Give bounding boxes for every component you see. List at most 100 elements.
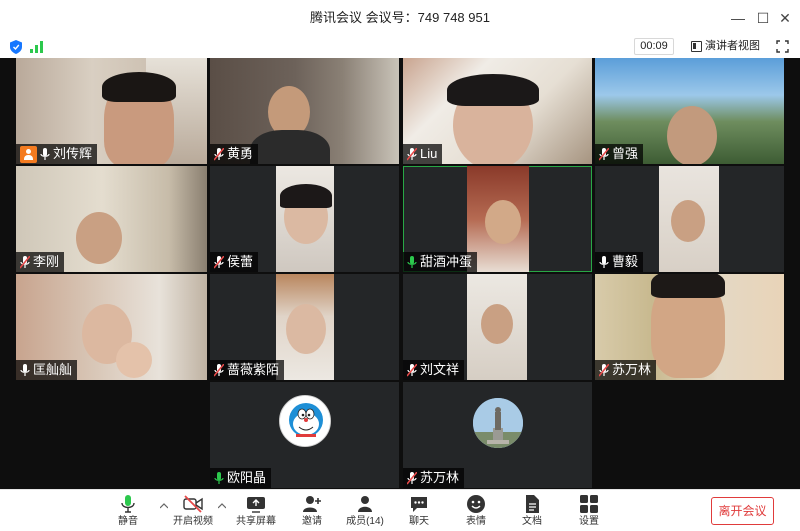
video-tile[interactable]: 李刚 xyxy=(16,166,207,272)
minimize-button[interactable]: — xyxy=(729,9,747,27)
mic-speaking-icon xyxy=(214,471,224,484)
chat-button[interactable]: 聊天 xyxy=(396,494,442,530)
participant-face xyxy=(485,200,521,244)
leave-meeting-button[interactable]: 离开会议 xyxy=(711,497,774,525)
window-title: 腾讯会议 会议号：749 748 951 xyxy=(310,10,490,25)
video-tile[interactable]: 黄勇 xyxy=(210,58,399,164)
share-screen-icon xyxy=(247,497,265,513)
title-bar: 腾讯会议 会议号：749 748 951 — ☐ ✕ xyxy=(0,0,800,36)
maximize-button[interactable]: ☐ xyxy=(754,9,772,27)
participant-hair xyxy=(102,72,176,102)
participant-name: 匡舢舢 xyxy=(33,362,73,377)
video-tile[interactable]: 刘文祥 xyxy=(403,274,592,380)
members-label: 成员(14) xyxy=(346,516,384,527)
participant-name: 苏万林 xyxy=(612,362,652,377)
host-badge-icon xyxy=(20,145,37,163)
doraemon-avatar-icon xyxy=(280,396,330,446)
mic-muted-icon xyxy=(407,363,417,377)
members-button[interactable]: 成员(14) xyxy=(342,494,388,530)
participant-face xyxy=(667,106,717,164)
share-screen-button[interactable]: 共享屏幕 xyxy=(233,494,279,530)
mic-muted-icon xyxy=(214,363,224,377)
participant-face xyxy=(286,304,326,354)
settings-grid-icon xyxy=(580,495,598,513)
participant-name-label: 刘传辉 xyxy=(16,144,98,164)
mute-label: 静音 xyxy=(118,516,138,527)
close-button[interactable]: ✕ xyxy=(776,9,794,27)
chat-label: 聊天 xyxy=(409,516,429,527)
participant-hair xyxy=(280,184,332,208)
child-face xyxy=(116,342,152,378)
participant-body xyxy=(250,130,330,164)
mic-muted-icon xyxy=(599,363,609,377)
video-tile[interactable]: 苏万林 xyxy=(595,274,784,380)
video-tile[interactable]: 苏万林 xyxy=(403,382,592,488)
video-options-caret-icon[interactable] xyxy=(218,503,226,509)
participant-name-label: 蔷薇紫陌 xyxy=(210,360,285,380)
start-video-button[interactable]: 开启视频 xyxy=(170,494,216,530)
audio-options-caret-icon[interactable] xyxy=(160,503,168,509)
settings-label: 设置 xyxy=(579,516,599,527)
participant-name: Liu xyxy=(420,146,438,161)
mic-muted-icon xyxy=(407,471,417,485)
participant-face xyxy=(481,304,513,344)
video-tile[interactable]: 曹毅 xyxy=(595,166,784,272)
documents-button[interactable]: 文档 xyxy=(509,494,555,530)
participant-name: 黄勇 xyxy=(227,146,254,161)
members-icon xyxy=(358,496,372,512)
fullscreen-icon[interactable] xyxy=(776,40,789,53)
layout-icon xyxy=(691,41,702,52)
add-user-icon xyxy=(303,496,321,512)
participant-name: 苏万林 xyxy=(420,470,460,485)
participant-avatar xyxy=(473,398,523,448)
meeting-timer: 00:09 xyxy=(634,38,674,55)
mic-speaking-icon xyxy=(407,255,417,268)
participant-name: 欧阳晶 xyxy=(227,470,267,485)
video-tile[interactable]: 匡舢舢 xyxy=(16,274,207,380)
network-signal-icon[interactable] xyxy=(30,41,44,53)
participant-name-label: 侯蕾 xyxy=(210,252,259,272)
settings-button[interactable]: 设置 xyxy=(566,494,612,530)
reactions-label: 表情 xyxy=(466,516,486,527)
video-tile[interactable]: 曾强 xyxy=(595,58,784,164)
mic-muted-icon xyxy=(20,255,30,269)
video-tile[interactable]: Liu xyxy=(403,58,592,164)
participant-name-label: 李刚 xyxy=(16,252,65,272)
participant-name: 刘文祥 xyxy=(420,362,460,377)
security-shield-icon[interactable] xyxy=(10,40,22,54)
info-bar xyxy=(0,36,800,58)
speaker-view-button[interactable]: 演讲者视图 xyxy=(688,38,763,55)
document-icon xyxy=(526,495,539,513)
speaker-view-label: 演讲者视图 xyxy=(705,40,760,52)
participant-name-label: 苏万林 xyxy=(595,360,657,380)
video-tile[interactable]: 蔷薇紫陌 xyxy=(210,274,399,380)
mic-muted-icon xyxy=(214,147,224,161)
participant-name: 刘传辉 xyxy=(53,146,93,161)
participant-name-label: 匡舢舢 xyxy=(16,360,78,380)
invite-button[interactable]: 邀请 xyxy=(289,494,335,530)
reactions-button[interactable]: 表情 xyxy=(453,494,499,530)
participant-name-label: Liu xyxy=(403,144,443,164)
participant-hair xyxy=(447,74,539,106)
participant-name-label: 刘文祥 xyxy=(403,360,465,380)
video-tile[interactable]: 刘传辉 xyxy=(16,58,207,164)
video-off-icon xyxy=(183,495,203,513)
participant-face xyxy=(671,200,705,242)
video-tile[interactable]: 侯蕾 xyxy=(210,166,399,272)
statue-avatar-icon xyxy=(473,398,523,448)
video-tile-active-speaker[interactable]: 甜酒冲蛋 xyxy=(403,166,592,272)
participant-name-label: 苏万林 xyxy=(403,468,465,488)
participant-name-label: 甜酒冲蛋 xyxy=(403,252,478,272)
participant-name: 侯蕾 xyxy=(227,254,254,269)
start-video-label: 开启视频 xyxy=(173,516,213,527)
invite-label: 邀请 xyxy=(302,516,322,527)
mic-on-icon xyxy=(20,363,30,376)
video-tile[interactable]: 欧阳晶 xyxy=(210,382,399,488)
participant-name: 曾强 xyxy=(612,146,639,161)
meeting-window: 腾讯会议 会议号：749 748 951 — ☐ ✕ 00:09 演讲者视图 刘… xyxy=(0,0,800,531)
mute-button[interactable]: 静音 xyxy=(105,494,151,530)
mic-on-icon xyxy=(599,255,609,268)
microphone-icon xyxy=(121,495,135,513)
participant-name-label: 欧阳晶 xyxy=(210,468,272,488)
mic-on-icon xyxy=(40,147,50,160)
